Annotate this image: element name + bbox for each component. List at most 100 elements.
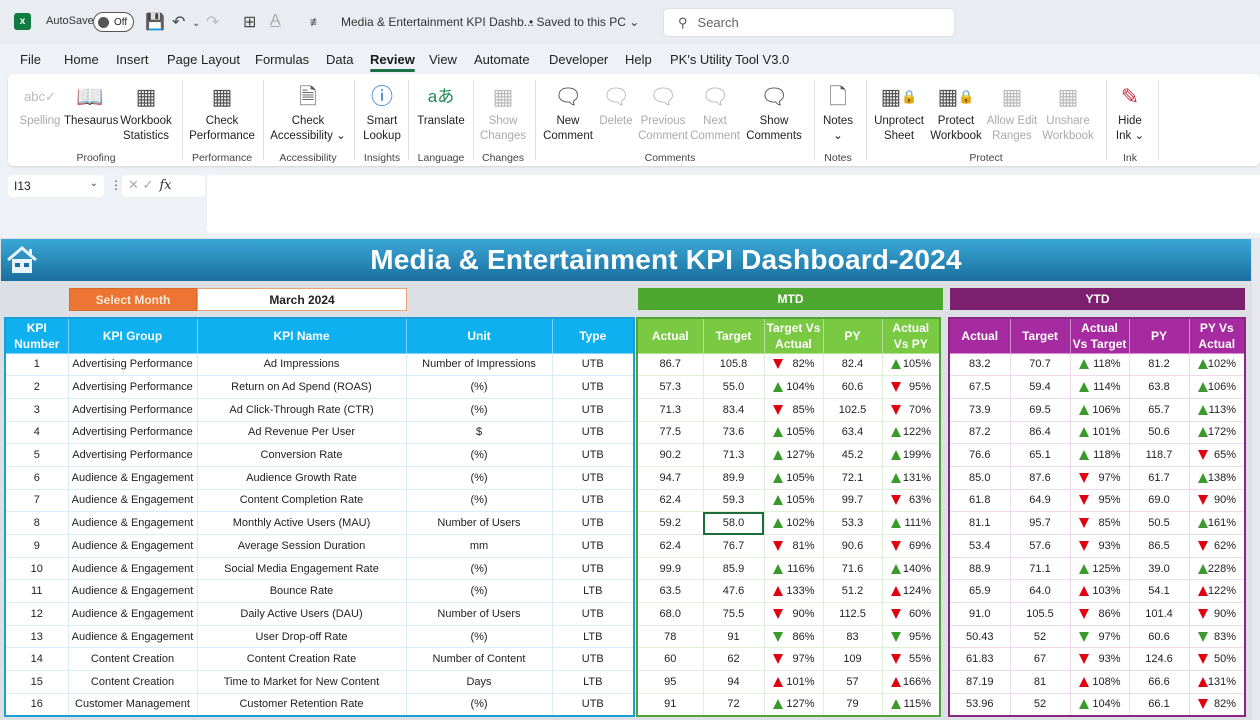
spelling-button[interactable]: abc✓ Spelling: [18, 78, 62, 129]
mtd-actual-vs-py-cell[interactable]: 131%: [881, 465, 941, 490]
mtd-actual-cell[interactable]: 91: [636, 692, 704, 717]
ytd-actual-vs-target-cell[interactable]: 103%: [1069, 579, 1130, 604]
unit-cell[interactable]: (%): [405, 579, 553, 604]
type-cell[interactable]: LTB: [551, 670, 635, 694]
ytd-actual-vs-target-cell[interactable]: 114%: [1069, 375, 1130, 399]
ytd-actual-cell[interactable]: 53.4: [948, 534, 1011, 558]
kpi-group-cell[interactable]: Customer Management: [67, 692, 198, 717]
kpi-number-cell[interactable]: 10: [4, 556, 69, 581]
undo-dropdown-icon[interactable]: ⌄: [192, 18, 200, 29]
kpi-name-cell[interactable]: Time to Market for New Content: [196, 670, 407, 694]
mtd-py-cell[interactable]: 112.5: [822, 602, 883, 626]
kpi-number-cell[interactable]: 14: [4, 647, 69, 672]
ytd-actual-cell[interactable]: 87.19: [948, 670, 1011, 694]
mtd-target-vs-actual-cell[interactable]: 81%: [763, 534, 824, 558]
unit-cell[interactable]: (%): [405, 692, 553, 717]
kpi-name-cell[interactable]: Audience Growth Rate: [196, 465, 407, 490]
ytd-py-cell[interactable]: 50.6: [1128, 420, 1190, 445]
kpi-name-cell[interactable]: Monthly Active Users (MAU): [196, 511, 407, 535]
ytd-target-cell[interactable]: 81: [1009, 670, 1071, 694]
ytd-py-vs-actual-cell[interactable]: 172%: [1188, 420, 1246, 445]
customize-toolbar-icon[interactable]: ≢: [310, 15, 322, 29]
mtd-target-vs-actual-cell[interactable]: 105%: [763, 465, 824, 490]
ytd-target-cell[interactable]: 52: [1009, 624, 1071, 649]
enter-icon[interactable]: ✓: [143, 177, 154, 192]
mtd-py-cell[interactable]: 53.3: [822, 511, 883, 535]
type-cell[interactable]: UTB: [551, 397, 635, 422]
ytd-target-cell[interactable]: 95.7: [1009, 511, 1071, 535]
hide-ink-button[interactable]: ✎ Hide Ink ⌄: [1112, 78, 1148, 144]
redo-icon[interactable]: ↷: [206, 12, 219, 32]
unit-cell[interactable]: (%): [405, 556, 553, 581]
kpi-name-cell[interactable]: Content Completion Rate: [196, 488, 407, 513]
ytd-py-cell[interactable]: 63.8: [1128, 375, 1190, 399]
mtd-target-cell[interactable]: 71.3: [702, 443, 765, 467]
type-cell[interactable]: UTB: [551, 511, 635, 535]
mtd-target-vs-actual-cell[interactable]: 105%: [763, 488, 824, 513]
ytd-py-vs-actual-cell[interactable]: 83%: [1188, 624, 1246, 649]
mtd-actual-vs-py-cell[interactable]: 199%: [881, 443, 941, 467]
mtd-target-vs-actual-cell[interactable]: 101%: [763, 670, 824, 694]
mtd-actual-cell[interactable]: 57.3: [636, 375, 704, 399]
ytd-actual-cell[interactable]: 67.5: [948, 375, 1011, 399]
mtd-actual-cell[interactable]: 71.3: [636, 397, 704, 422]
mtd-target-cell[interactable]: 59.3: [702, 488, 765, 513]
kpi-name-cell[interactable]: Bounce Rate: [196, 579, 407, 604]
ytd-py-cell[interactable]: 39.0: [1128, 556, 1190, 581]
mtd-target-cell[interactable]: 83.4: [702, 397, 765, 422]
unit-cell[interactable]: Number of Content: [405, 647, 553, 672]
kpi-group-cell[interactable]: Audience & Engagement: [67, 624, 198, 649]
mtd-py-cell[interactable]: 83: [822, 624, 883, 649]
search-box[interactable]: ⚲ Search: [663, 8, 955, 37]
ytd-py-cell[interactable]: 124.6: [1128, 647, 1190, 672]
type-cell[interactable]: UTB: [551, 692, 635, 717]
mtd-target-cell[interactable]: 75.5: [702, 602, 765, 626]
kpi-group-cell[interactable]: Advertising Performance: [67, 375, 198, 399]
kpi-name-cell[interactable]: Return on Ad Spend (ROAS): [196, 375, 407, 399]
ytd-py-cell[interactable]: 86.5: [1128, 534, 1190, 558]
unit-cell[interactable]: (%): [405, 624, 553, 649]
borders-icon[interactable]: ⊞: [243, 12, 256, 32]
font-color-icon[interactable]: A: [270, 12, 281, 30]
mtd-actual-vs-py-cell[interactable]: 124%: [881, 579, 941, 604]
type-cell[interactable]: UTB: [551, 352, 635, 377]
mtd-py-cell[interactable]: 72.1: [822, 465, 883, 490]
mtd-py-cell[interactable]: 60.6: [822, 375, 883, 399]
mtd-actual-vs-py-cell[interactable]: 55%: [881, 647, 941, 672]
unit-cell[interactable]: $: [405, 420, 553, 445]
tab-formulas[interactable]: Formulas: [255, 52, 309, 67]
mtd-actual-vs-py-cell[interactable]: 115%: [881, 692, 941, 717]
kpi-group-cell[interactable]: Audience & Engagement: [67, 602, 198, 626]
ytd-target-cell[interactable]: 52: [1009, 692, 1071, 717]
insert-function-icon[interactable]: fx: [159, 178, 171, 193]
tab-view[interactable]: View: [429, 52, 457, 67]
ytd-py-cell[interactable]: 54.1: [1128, 579, 1190, 604]
mtd-target-cell[interactable]: 73.6: [702, 420, 765, 445]
tab-data[interactable]: Data: [326, 52, 353, 67]
mtd-target-vs-actual-cell[interactable]: 90%: [763, 602, 824, 626]
mtd-py-cell[interactable]: 90.6: [822, 534, 883, 558]
ytd-actual-vs-target-cell[interactable]: 118%: [1069, 443, 1130, 467]
ytd-target-cell[interactable]: 64.9: [1009, 488, 1071, 513]
new-comment-button[interactable]: 🗨 New Comment: [540, 78, 596, 144]
save-icon[interactable]: 💾: [145, 12, 165, 32]
unit-cell[interactable]: mm: [405, 534, 553, 558]
ytd-actual-cell[interactable]: 88.9: [948, 556, 1011, 581]
ytd-target-cell[interactable]: 64.0: [1009, 579, 1071, 604]
formula-input[interactable]: [207, 175, 1260, 233]
ytd-actual-cell[interactable]: 61.8: [948, 488, 1011, 513]
ytd-actual-cell[interactable]: 65.9: [948, 579, 1011, 604]
mtd-actual-cell[interactable]: 94.7: [636, 465, 704, 490]
mtd-target-cell[interactable]: 55.0: [702, 375, 765, 399]
kpi-group-cell[interactable]: Content Creation: [67, 647, 198, 672]
ytd-target-cell[interactable]: 86.4: [1009, 420, 1071, 445]
ytd-target-cell[interactable]: 87.6: [1009, 465, 1071, 490]
kpi-group-cell[interactable]: Audience & Engagement: [67, 511, 198, 535]
kpi-number-cell[interactable]: 9: [4, 534, 69, 558]
mtd-actual-cell[interactable]: 63.5: [636, 579, 704, 604]
ytd-actual-cell[interactable]: 73.9: [948, 397, 1011, 422]
mtd-actual-cell[interactable]: 60: [636, 647, 704, 672]
type-cell[interactable]: LTB: [551, 579, 635, 604]
ytd-py-vs-actual-cell[interactable]: 131%: [1188, 670, 1246, 694]
mtd-actual-cell[interactable]: 95: [636, 670, 704, 694]
